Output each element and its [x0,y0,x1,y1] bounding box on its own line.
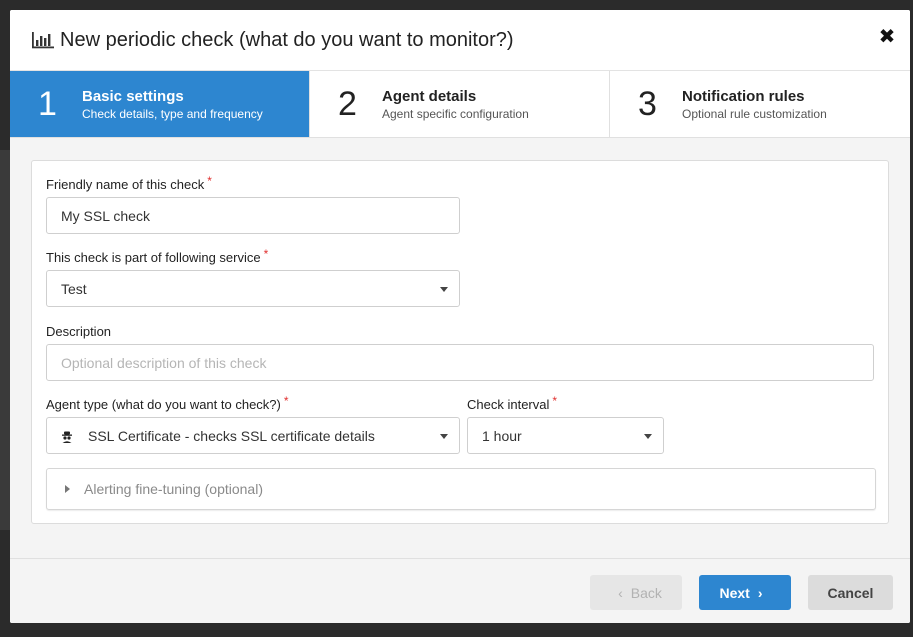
caret-right-icon [65,485,70,493]
spy-icon [61,430,73,443]
step-title: Basic settings [82,87,184,105]
step-subtitle: Check details, type and frequency [82,106,263,121]
service-select[interactable]: Test [46,270,460,307]
step-subtitle: Optional rule customization [682,106,827,121]
wizard-steps: 1 Basic settings Check details, type and… [10,71,910,138]
required-mark: * [552,394,558,408]
description-label: Description [46,324,112,339]
step-title: Notification rules [682,87,805,105]
back-button[interactable]: ‹ Back [590,575,682,610]
step-basic-settings[interactable]: 1 Basic settings Check details, type and… [10,71,310,137]
step-number: 1 [38,84,57,123]
friendly-name-label: Friendly name of this check * [46,174,212,192]
step-notification-rules[interactable]: 3 Notification rules Optional rule custo… [610,71,910,137]
step-number: 2 [338,84,357,123]
dialog-footer: ‹ Back Next › Cancel [10,558,910,623]
dialog-header: New periodic check (what do you want to … [10,10,910,71]
friendly-name-input[interactable]: My SSL check [46,197,460,234]
required-mark: * [207,174,212,188]
next-button[interactable]: Next › [699,575,791,610]
agent-type-label: Agent type (what do you want to check?) * [46,394,289,412]
chevron-right-icon: › [757,584,763,601]
cancel-button[interactable]: Cancel [808,575,893,610]
service-label: This check is part of following service * [46,247,269,265]
bar-chart-icon [32,31,54,49]
step-title: Agent details [382,87,477,105]
close-icon[interactable]: ✖ [876,26,898,48]
interval-label: Check interval * [467,394,558,412]
step-subtitle: Agent specific configuration [382,106,529,121]
caret-down-icon [440,434,448,439]
caret-down-icon [440,287,448,292]
basic-settings-form: Friendly name of this check * My SSL chec… [31,160,889,524]
caret-down-icon [644,434,652,439]
new-check-dialog: New periodic check (what do you want to … [10,10,910,623]
step-number: 3 [638,84,657,123]
dialog-title: New periodic check (what do you want to … [60,28,514,51]
required-mark: * [263,247,269,261]
interval-select[interactable]: 1 hour [467,417,664,454]
alerting-fine-tuning-toggle[interactable]: Alerting fine-tuning (optional) [46,468,876,510]
required-mark: * [283,394,289,408]
step-agent-details[interactable]: 2 Agent details Agent specific configura… [310,71,610,137]
agent-type-select[interactable]: SSL Certificate - checks SSL certificate… [46,417,460,454]
description-input[interactable]: Optional description of this check [46,344,874,381]
chevron-left-icon: ‹ [618,584,623,601]
